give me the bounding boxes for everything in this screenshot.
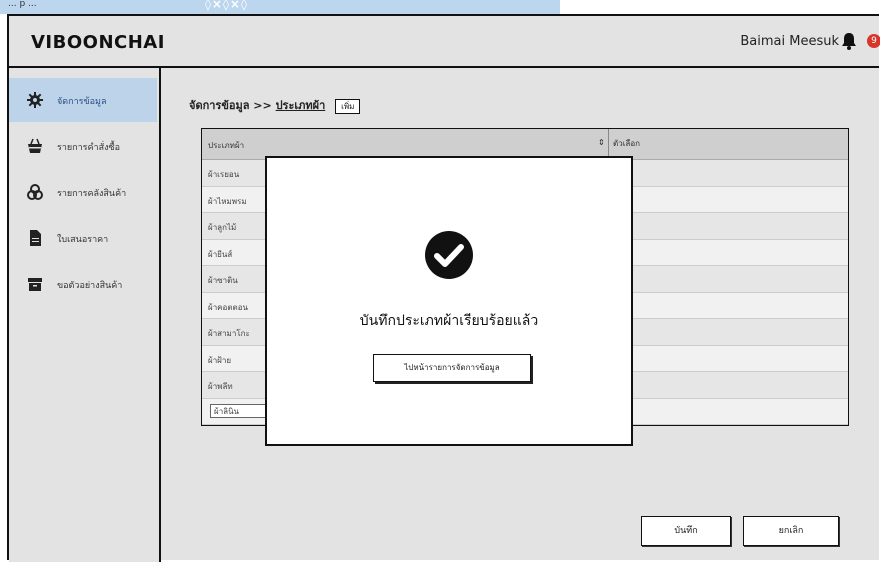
document-icon xyxy=(30,230,41,246)
check-circle-icon xyxy=(425,231,473,279)
browser-ornament: ◊×◊×◊ xyxy=(205,0,248,11)
sidebar-item-label: จัดการข้อมูล xyxy=(57,97,107,107)
user-name[interactable]: Baimai Meesuk xyxy=(740,34,839,49)
sidebar-item-samples[interactable]: ขอตัวอย่างสินค้า xyxy=(9,262,157,306)
breadcrumb-separator: >> xyxy=(253,99,272,112)
fabric-name-input[interactable]: ผ้าลินิน xyxy=(210,403,272,418)
archive-icon xyxy=(28,278,42,291)
row-label: ผ้าลูกไม้ xyxy=(208,223,237,232)
column-header-options: ตัวเลือก xyxy=(608,129,640,159)
bell-icon[interactable] xyxy=(841,32,857,50)
sidebar-item-data-management[interactable]: จัดการข้อมูล xyxy=(9,78,157,122)
gear-icon xyxy=(27,92,43,108)
row-label: ผ้ายีนส์ xyxy=(208,249,233,259)
sidebar-item-label: รายการคำสั่งซื้อ xyxy=(57,143,120,153)
cancel-button[interactable]: ยกเลิก xyxy=(743,516,839,546)
boxes-icon xyxy=(27,184,43,200)
sidebar-item-orders[interactable]: รายการคำสั่งซื้อ xyxy=(9,124,157,168)
sidebar-item-quotation[interactable]: ใบเสนอราคา xyxy=(9,216,157,260)
sidebar-item-inventory[interactable]: รายการคลังสินค้า xyxy=(9,170,157,214)
breadcrumb-root[interactable]: จัดการข้อมูล xyxy=(189,99,249,112)
basket-icon xyxy=(28,138,42,153)
column-header-fabric-type[interactable]: ประเภทผ้า xyxy=(208,139,244,152)
success-modal: บันทึกประเภทผ้าเรียบร้อยแล้ว ไปหน้ารายกา… xyxy=(265,156,633,446)
sidebar-item-label: ใบเสนอราคา xyxy=(57,235,109,245)
row-label: ผ้าไหมพรม xyxy=(208,196,247,206)
app-header: VIBOONCHAI Baimai Meesuk 9 xyxy=(9,16,880,68)
browser-top-strip: ... p ... ◊×◊×◊ xyxy=(0,0,880,14)
go-to-data-list-button[interactable]: ไปหน้ารายการจัดการข้อมูล xyxy=(373,354,531,382)
save-button[interactable]: บันทึก xyxy=(641,516,731,546)
sidebar-item-label: รายการคลังสินค้า xyxy=(57,189,127,199)
browser-tab-strip xyxy=(0,0,560,14)
breadcrumb-current[interactable]: ประเภทผ้า xyxy=(276,99,326,112)
brand-logo[interactable]: VIBOONCHAI xyxy=(31,32,165,53)
sidebar: จัดการข้อมูล รายการคำสั่งซื้อ รายการคลัง… xyxy=(9,68,161,562)
add-button[interactable]: เพิ่ม xyxy=(335,99,361,114)
browser-caption: ... p ... xyxy=(8,0,37,9)
success-message: บันทึกประเภทผ้าเรียบร้อยแล้ว xyxy=(359,313,539,329)
row-label: ผ้าพลีท xyxy=(208,382,233,391)
notification-badge[interactable]: 9 xyxy=(867,34,880,48)
row-label: ผ้าเรยอน xyxy=(208,170,240,179)
row-label: ผ้าซาติน xyxy=(208,276,238,285)
sort-icon[interactable]: ⇕ xyxy=(598,138,605,147)
row-label: ผ้าคอตตอน xyxy=(208,302,248,312)
sidebar-item-label: ขอตัวอย่างสินค้า xyxy=(57,281,123,291)
row-label: ผ้าฝ้าย xyxy=(208,355,232,365)
row-label: ผ้าสามาโกะ xyxy=(208,329,250,338)
breadcrumb: จัดการข้อมูล >> ประเภทผ้า เพิ่ม xyxy=(189,96,361,114)
